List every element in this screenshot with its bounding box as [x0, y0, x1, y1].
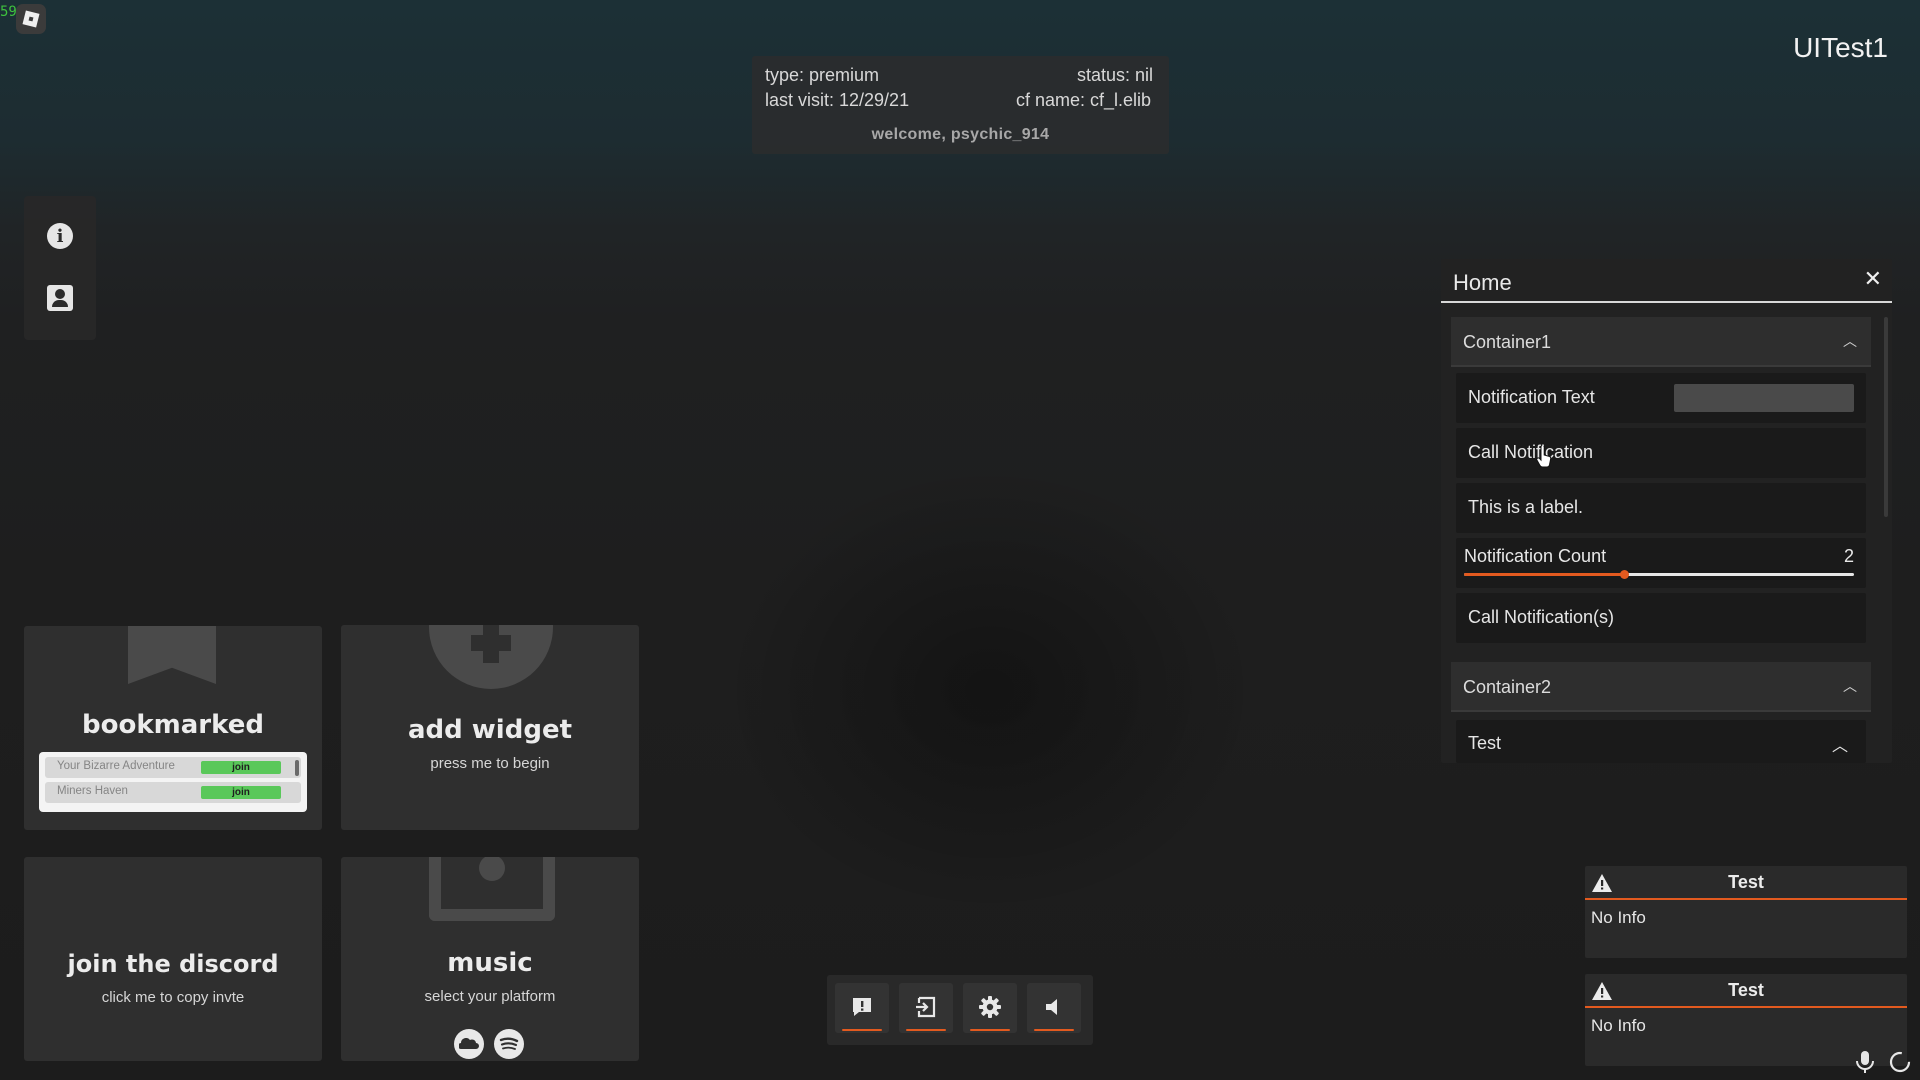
slider-fill [1464, 573, 1624, 576]
bookmark-list[interactable]: Your Bizarre Adventure join Miners Haven… [39, 752, 307, 812]
list-item: Your Bizarre Adventure join [45, 757, 301, 778]
window-title: UITest1 [1793, 32, 1888, 63]
test-dropdown-label: Test [1468, 733, 1502, 753]
notification-body: No Info [1591, 908, 1646, 927]
home-scrollbar[interactable] [1884, 317, 1888, 517]
settings-button[interactable] [963, 983, 1017, 1033]
home-window: Home ✕ Container1 ︿ Notification Text Ca… [1441, 259, 1892, 763]
slider-handle[interactable] [1619, 570, 1629, 579]
account-status: status: nil [1076, 65, 1153, 85]
bookmarked-title: bookmarked [82, 710, 264, 740]
cf-name: cf name: cf_l.elib [1015, 90, 1151, 110]
call-notification-label: Call Notification [1468, 442, 1594, 462]
notification-count-slider[interactable]: Notification Count 2 [1456, 538, 1866, 588]
home-header: Home ✕ [1441, 259, 1892, 303]
account-type: type: premium [765, 65, 880, 85]
notification-text-row: Notification Text [1456, 373, 1866, 423]
soundcloud-button[interactable] [454, 1029, 484, 1059]
loading-icon[interactable] [1888, 1050, 1912, 1074]
report-button[interactable] [835, 983, 889, 1033]
music-subtitle: select your platform [424, 988, 556, 1005]
roblox-logo-icon [22, 10, 40, 28]
notification-body: No Info [1591, 1016, 1646, 1035]
notification-title: Test [1728, 980, 1764, 1000]
microphone-icon[interactable] [1854, 1050, 1876, 1074]
volume-button[interactable] [1027, 983, 1081, 1033]
notification-text-label: Notification Text [1468, 387, 1595, 407]
notification-card[interactable]: Test No Info [1585, 866, 1907, 958]
test-dropdown[interactable]: Test ︿ [1456, 720, 1866, 763]
discord-widget[interactable]: join the discord click me to copy invte [24, 857, 322, 1061]
profile-icon [47, 285, 73, 311]
roblox-menu-button[interactable] [16, 4, 46, 34]
info-button[interactable]: i [46, 222, 74, 250]
welcome-message: welcome, psychic_914 [871, 126, 1050, 143]
call-notifications-label: Call Notification(s) [1468, 607, 1615, 627]
profile-button[interactable] [46, 284, 74, 312]
discord-title: join the discord [67, 950, 279, 978]
info-icon: i [47, 223, 73, 249]
fps-counter: 59 [0, 4, 17, 20]
container2-header[interactable]: Container2 ︿ [1451, 662, 1871, 712]
music-widget[interactable]: music select your platform [341, 857, 639, 1061]
slider-track[interactable] [1464, 570, 1854, 579]
notification-header: Test [1585, 974, 1907, 1008]
music-title: music [447, 948, 533, 978]
list-scrollbar[interactable] [295, 760, 299, 776]
close-icon[interactable]: ✕ [1864, 269, 1882, 291]
list-item: Miners Haven join [45, 782, 301, 803]
slider-label: Notification Count [1464, 546, 1607, 566]
game-name: Miners Haven [57, 785, 128, 797]
side-bar: i [24, 196, 96, 340]
chevron-up-icon[interactable]: ︿ [1832, 732, 1848, 756]
join-button[interactable]: join [201, 761, 281, 774]
discord-subtitle: click me to copy invte [101, 989, 245, 1006]
spotify-button[interactable] [494, 1029, 524, 1059]
bookmark-icon [128, 626, 216, 684]
volume-icon [1042, 995, 1066, 1019]
join-button[interactable]: join [201, 786, 281, 799]
chevron-up-icon[interactable]: ︿ [1843, 331, 1857, 351]
notification-title: Test [1728, 872, 1764, 892]
report-underline [842, 1029, 882, 1031]
user-info-panel: type: premium status: nil last visit: 12… [752, 56, 1169, 154]
slider-value: 2 [1843, 546, 1854, 566]
call-notifications-button[interactable]: Call Notification(s) [1456, 593, 1866, 643]
settings-underline [970, 1029, 1010, 1031]
home-title: Home [1453, 270, 1512, 295]
add-widget-button[interactable]: add widget press me to begin [341, 625, 639, 830]
info-label: This is a label. [1468, 497, 1584, 517]
add-icon [429, 625, 553, 689]
game-name: Your Bizarre Adventure [57, 760, 175, 772]
settings-icon [978, 995, 1002, 1019]
info-label-row: This is a label. [1456, 483, 1866, 533]
add-widget-subtitle: press me to begin [430, 755, 550, 772]
container2-label: Container2 [1463, 677, 1552, 697]
report-icon [850, 995, 874, 1019]
hand-cursor-icon [1536, 446, 1552, 468]
last-visit: last visit: 12/29/21 [765, 90, 910, 110]
volume-underline [1034, 1029, 1074, 1031]
soundcloud-icon [459, 1038, 479, 1049]
container1-label: Container1 [1463, 332, 1552, 352]
bottom-toolbar [827, 975, 1093, 1045]
exit-underline [906, 1029, 946, 1031]
exit-button[interactable] [899, 983, 953, 1033]
bookmarked-widget[interactable]: bookmarked Your Bizarre Adventure join M… [24, 626, 322, 830]
spotify-icon [499, 1037, 519, 1050]
notification-header: Test [1585, 866, 1907, 900]
music-image-icon [429, 857, 555, 921]
add-widget-title: add widget [407, 715, 573, 745]
container1-header[interactable]: Container1 ︿ [1451, 317, 1871, 367]
call-notification-button[interactable]: Call Notification [1456, 428, 1866, 478]
notification-text-input[interactable] [1674, 384, 1854, 412]
exit-icon [914, 995, 938, 1019]
chevron-up-icon[interactable]: ︿ [1843, 676, 1857, 696]
